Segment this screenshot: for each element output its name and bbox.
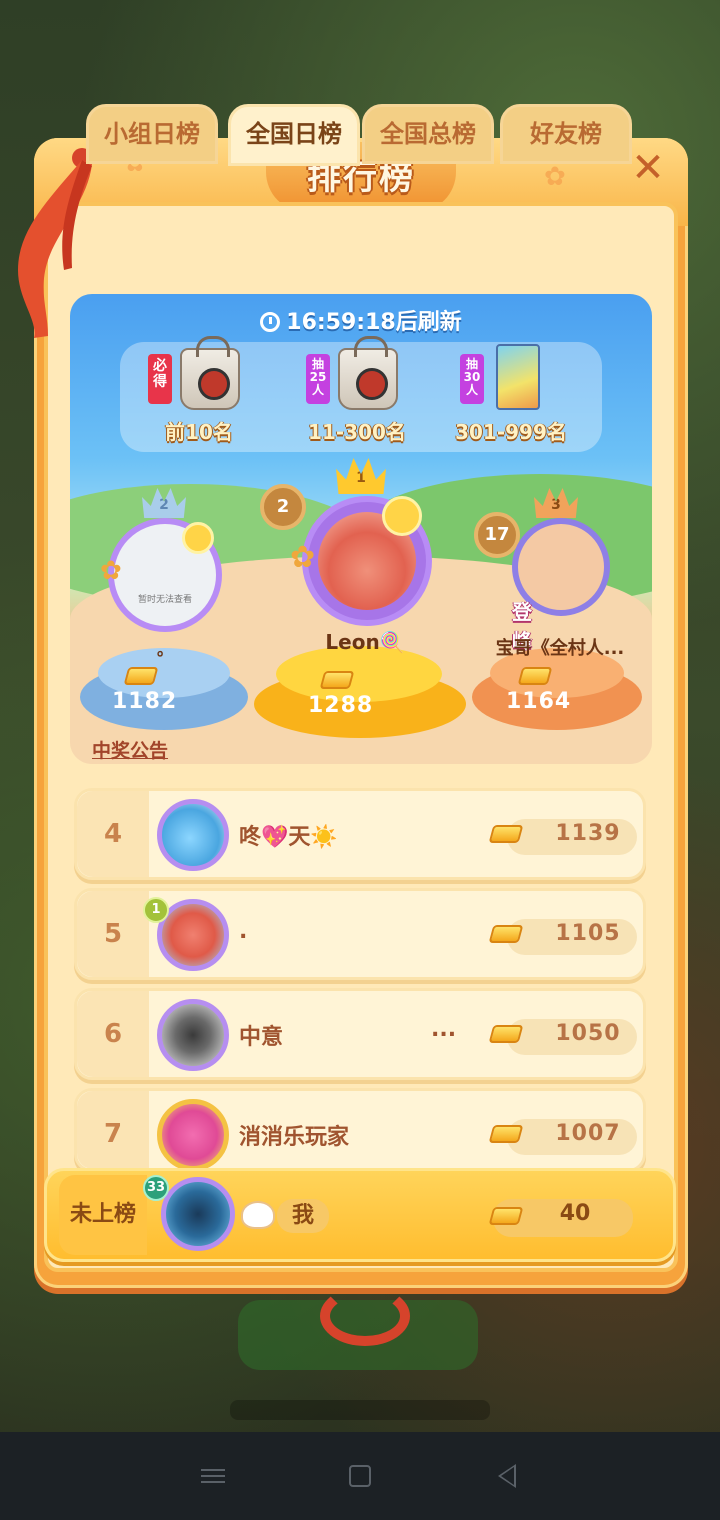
book-icon (496, 344, 540, 410)
tab-national-total[interactable]: 全国总榜 (362, 104, 494, 164)
level-badge: 1 (143, 897, 169, 923)
gold-bar-icon (123, 667, 159, 685)
score-second: 1182 (112, 664, 177, 714)
list-item[interactable]: 6 中意 ... 1050 (74, 988, 646, 1080)
refresh-timer-text: 16:59:18后刷新 (286, 310, 462, 335)
my-score: 40 (559, 1201, 591, 1226)
gold-bar-icon (319, 671, 355, 689)
avatar (157, 1099, 229, 1171)
score-first-value: 1288 (308, 693, 374, 718)
flower-decoration-icon: ✿ (544, 162, 566, 192)
gold-bar-icon (488, 825, 524, 843)
background-text-blurred (230, 1400, 490, 1420)
prize-label: 前10名 (165, 420, 233, 444)
winners-notice-link[interactable]: 中奖公告 (92, 736, 168, 763)
tab-friends[interactable]: 好友榜 (500, 104, 632, 164)
ribbon-decoration (320, 1286, 410, 1346)
list-item[interactable]: 7 消消乐玩家 1007 (74, 1088, 646, 1172)
avatar (161, 1177, 235, 1251)
prize-label: 11-300名 (308, 420, 406, 444)
score-value: 1139 (555, 821, 621, 846)
avatar-frame-deco (182, 522, 214, 554)
clock-icon (260, 312, 281, 332)
rank-number: 4 (103, 819, 123, 849)
level-badge: 17 (474, 512, 520, 558)
score-value: 1007 (555, 1121, 621, 1146)
refresh-timer: 16:59:18后刷新 (70, 304, 652, 336)
score-third: 1164 (506, 664, 571, 714)
my-ranking-row[interactable]: 未上榜 33 我 40 (44, 1168, 676, 1262)
gift-bag-icon (338, 336, 398, 410)
list-item[interactable]: 5 1 . 1105 (74, 888, 646, 980)
my-name: 我 (277, 1199, 329, 1233)
prize-tier-1[interactable]: 必得 前10名 (124, 336, 274, 452)
prize-label: 301-999名 (455, 420, 567, 444)
prize-bar: 必得 前10名 抽25人 11-300名 抽30人 301-999名 (120, 336, 602, 452)
close-button[interactable]: ✕ (628, 148, 668, 188)
gold-bar-icon (488, 1125, 524, 1143)
level-badge: 2 (260, 484, 306, 530)
rabbit-icon (241, 1201, 275, 1229)
gold-bar-icon (517, 667, 553, 685)
system-nav-bar (0, 1432, 720, 1520)
top-name-second: 。 (156, 640, 173, 659)
score-first: 1288 (308, 668, 373, 718)
player-name-extra: ... (431, 1017, 457, 1042)
rank-number: 5 (103, 919, 123, 949)
tab-group-daily[interactable]: 小组日榜 (86, 104, 218, 164)
avatar (157, 999, 229, 1071)
gift-bag-icon (180, 336, 240, 410)
prize-tier-2[interactable]: 抽25人 11-300名 (282, 336, 432, 452)
player-name: 咚💖天☀️ (239, 825, 338, 850)
player-name: . (239, 919, 248, 944)
level-badge: 33 (143, 1175, 169, 1201)
avatar-unavailable-text: 暂时无法查看 (137, 595, 192, 605)
my-rank-label: 未上榜 (69, 1202, 136, 1227)
score-value: 1105 (555, 921, 621, 946)
back-icon[interactable] (493, 1462, 521, 1490)
rank-number: 7 (103, 1119, 123, 1149)
prize-tag: 抽30人 (460, 354, 484, 404)
gold-bar-icon (488, 1025, 524, 1043)
top-name-first: Leon🍭 (325, 630, 405, 654)
gold-bar-icon (488, 925, 524, 943)
list-item[interactable]: 4 咚💖天☀️ 1139 (74, 788, 646, 880)
tab-national-daily[interactable]: 全国日榜 (228, 104, 360, 166)
flower-decoration-icon: ✿ (290, 540, 316, 575)
rank-number: 6 (103, 1019, 123, 1049)
flower-decoration-icon: ✿ (100, 556, 122, 586)
avatar-frame-deco (382, 496, 422, 536)
avatar (157, 799, 229, 871)
prize-tag: 必得 (148, 354, 172, 404)
tab-bar: 小组日榜 全国日榜 全国总榜 好友榜 (42, 104, 632, 166)
top-name-third: 宝哥《全村人... (495, 638, 625, 659)
prize-tag: 抽25人 (306, 354, 330, 404)
score-second-value: 1182 (112, 689, 178, 714)
prize-tier-3[interactable]: 抽30人 301-999名 (436, 342, 586, 452)
menu-icon[interactable] (199, 1462, 227, 1490)
home-icon[interactable] (346, 1462, 374, 1490)
score-value: 1050 (555, 1021, 621, 1046)
player-name: 中意 (239, 1025, 284, 1050)
player-name: 消消乐玩家 (239, 1125, 350, 1150)
score-third-value: 1164 (506, 689, 572, 714)
